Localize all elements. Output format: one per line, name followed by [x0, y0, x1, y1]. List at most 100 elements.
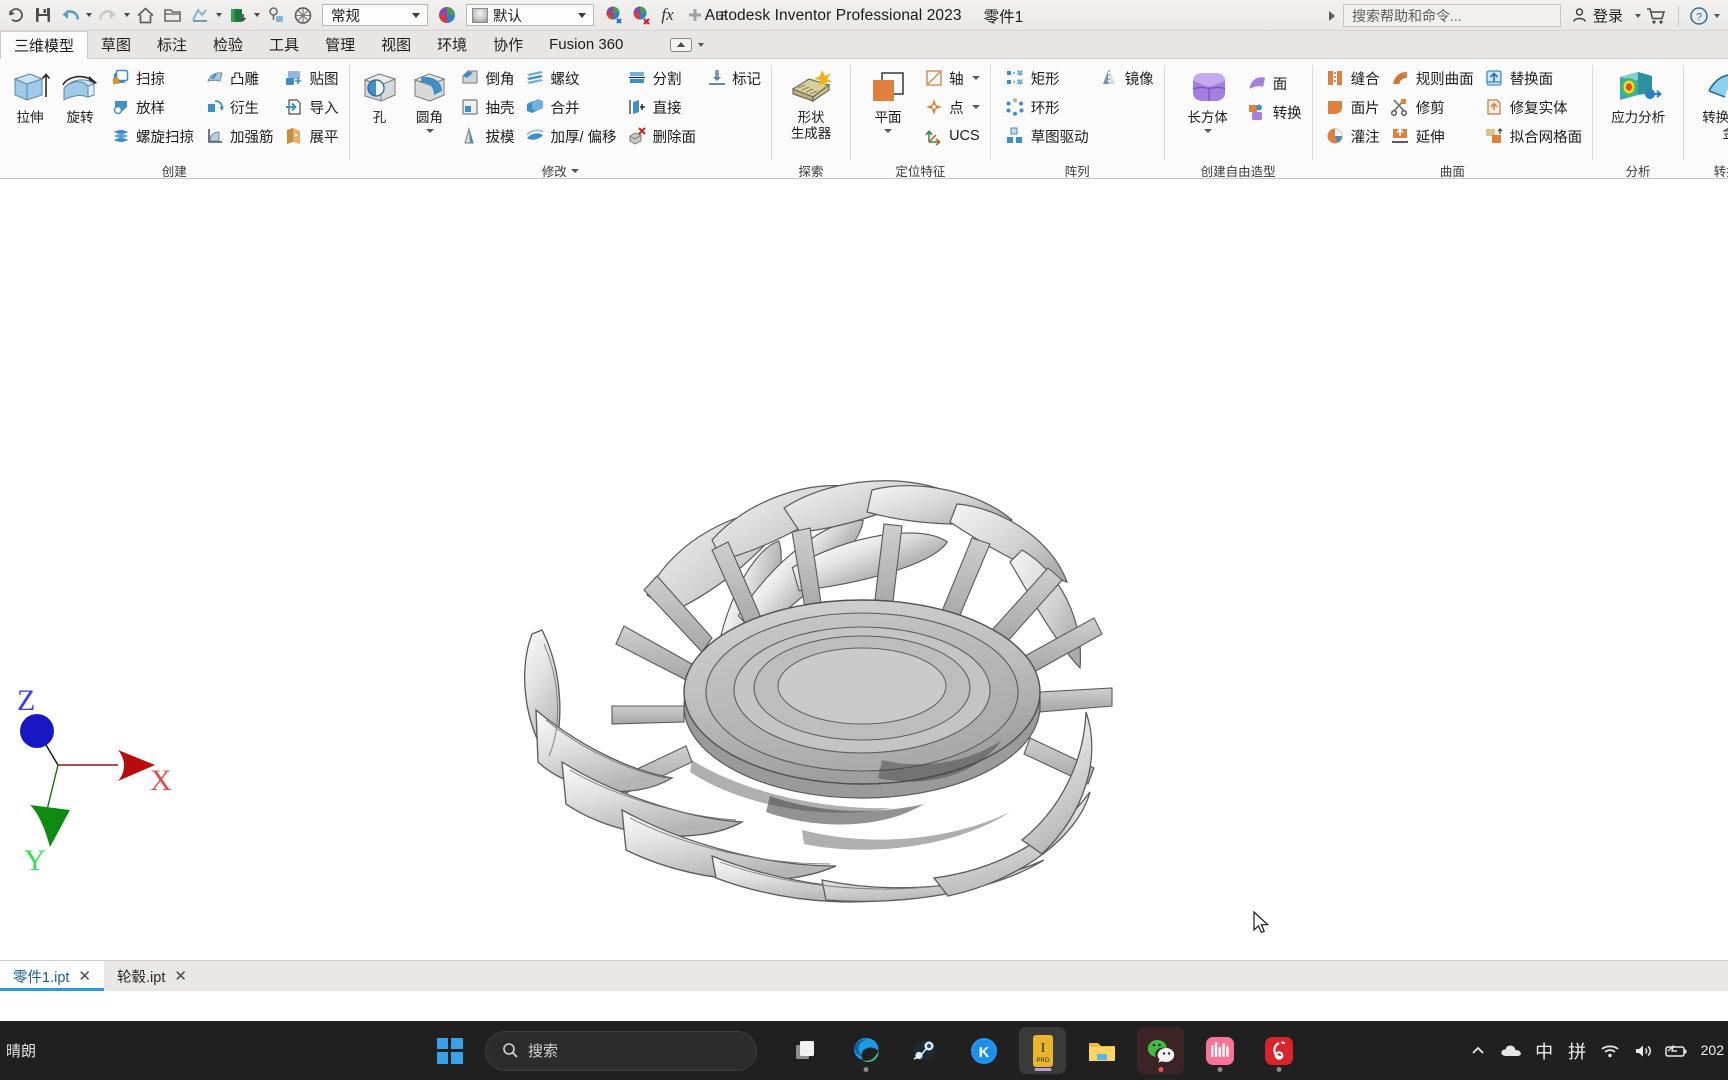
edge-icon[interactable] [842, 1027, 889, 1074]
shape-generator-button[interactable]: 形状 生成器 [782, 63, 840, 141]
appearance-add-icon[interactable] [600, 2, 627, 29]
inventor-icon[interactable]: I PRO [1019, 1027, 1066, 1074]
battery-icon[interactable] [1660, 1021, 1693, 1080]
panel-expand-icon[interactable] [570, 168, 579, 173]
wifi-icon[interactable] [1594, 1021, 1627, 1080]
start-button[interactable] [426, 1027, 473, 1074]
appearance-icon[interactable] [289, 2, 316, 29]
ruled-surface-button[interactable]: 规则曲面 [1386, 64, 1478, 92]
stitch-button[interactable]: 缝合 [1321, 64, 1384, 92]
help-dropdown-icon[interactable] [1714, 13, 1720, 18]
tab-tools[interactable]: 工具 [256, 31, 312, 58]
freeform-box-dropdown-icon[interactable] [1203, 128, 1212, 133]
cart-icon[interactable] [1641, 2, 1671, 29]
close-icon[interactable]: ✕ [174, 969, 187, 984]
tab-manage[interactable]: 管理 [312, 31, 368, 58]
redo-dropdown-icon[interactable] [121, 2, 132, 29]
point-dropdown-icon[interactable] [971, 105, 980, 109]
close-icon[interactable]: ✕ [78, 969, 91, 984]
add-icon[interactable] [681, 2, 708, 29]
help-icon[interactable]: ? [1686, 2, 1712, 29]
style-combo[interactable]: 常规 [322, 4, 428, 26]
freeform-convert-button[interactable]: 转换 [1243, 98, 1306, 126]
revolve-button[interactable]: 旋转 [56, 63, 104, 126]
show-hidden-icons-icon[interactable] [1462, 1021, 1495, 1080]
home-icon[interactable] [132, 2, 159, 29]
undo-dropdown-icon[interactable] [83, 2, 94, 29]
open-folder-icon[interactable] [159, 2, 186, 29]
emboss-button[interactable]: 凸雕 [200, 64, 278, 92]
axis-dropdown-icon[interactable] [971, 76, 980, 80]
unfold-button[interactable]: 展平 [280, 122, 343, 150]
clear-appearance-icon[interactable] [627, 2, 654, 29]
mark-button[interactable]: 标记 [702, 64, 765, 92]
update-dropdown-icon[interactable] [213, 2, 224, 29]
circular-pattern-button[interactable]: 环形 [1001, 93, 1093, 121]
tab-collaborate[interactable]: 协作 [480, 31, 536, 58]
tab-annotate[interactable]: 标注 [144, 31, 200, 58]
patch-button[interactable]: 面片 [1321, 93, 1384, 121]
shell-button[interactable]: 抽壳 [456, 93, 519, 121]
tab-fusion360[interactable]: Fusion 360 [536, 31, 636, 58]
draft-button[interactable]: 拔模 [456, 122, 519, 150]
ribbon-collapse-toggle[interactable] [662, 31, 712, 58]
clock[interactable]: 202 [1693, 1042, 1724, 1060]
freeform-face-button[interactable]: 面 [1243, 69, 1306, 97]
plane-button[interactable]: 平面 [859, 63, 917, 133]
onedrive-icon[interactable] [1495, 1021, 1528, 1080]
freeform-box-button[interactable]: 长方体 [1175, 63, 1241, 133]
plane-dropdown-icon[interactable] [884, 128, 893, 133]
extrude-button[interactable]: 拉伸 [6, 63, 54, 126]
save-icon[interactable] [29, 2, 56, 29]
refresh-icon[interactable] [2, 2, 29, 29]
undo-icon[interactable] [56, 2, 83, 29]
replace-face-button[interactable]: 替换面 [1480, 64, 1587, 92]
tab-3d-model[interactable]: 三维模型 [0, 31, 89, 59]
doc-tab-hub[interactable]: 轮毂.ipt ✕ [104, 961, 200, 991]
loft-button[interactable]: 放样 [106, 93, 198, 121]
hole-button[interactable]: 孔 [356, 63, 404, 126]
redo-icon[interactable] [94, 2, 121, 29]
ime-mode-icon[interactable]: 中 [1528, 1021, 1561, 1080]
mecanum-wheel-model[interactable] [0, 180, 1728, 960]
thread-button[interactable]: 螺纹 [521, 64, 621, 92]
update-icon[interactable] [186, 2, 213, 29]
ime-pinyin-icon[interactable]: 拼 [1561, 1021, 1594, 1080]
select-icon[interactable] [262, 2, 289, 29]
customize-qat-icon[interactable] [708, 2, 735, 29]
decal-button[interactable]: 贴图 [280, 64, 343, 92]
convert-sheetmetal-button[interactable]: 转换为钣金 [1696, 63, 1728, 141]
sculpt-button[interactable]: 灌注 [1321, 122, 1384, 150]
chamfer-button[interactable]: 倒角 [456, 64, 519, 92]
direct-button[interactable]: 直接 [623, 93, 701, 121]
material-dropdown-icon[interactable] [251, 2, 262, 29]
help-search-input[interactable]: 搜索帮助和命令... [1342, 4, 1561, 27]
forward-arrow-icon[interactable] [1321, 0, 1343, 31]
signin-button[interactable]: 登录 [1561, 5, 1633, 26]
stress-analysis-button[interactable]: 应力分析 [1605, 63, 1671, 126]
kugou-icon[interactable]: K [960, 1027, 1007, 1074]
coil-button[interactable]: 螺旋扫掠 [106, 122, 198, 150]
taskbar-search-input[interactable]: 搜索 [485, 1030, 757, 1071]
sketch-driven-button[interactable]: 草图驱动 [1001, 122, 1093, 150]
rib-button[interactable]: 加强筋 [200, 122, 278, 150]
split-button[interactable]: 分割 [623, 64, 701, 92]
doc-tab-part1[interactable]: 零件1.ipt ✕ [0, 961, 104, 991]
axis-button[interactable]: 轴 [919, 64, 984, 92]
repair-body-button[interactable]: 修复实体 [1480, 93, 1587, 121]
tab-view[interactable]: 视图 [368, 31, 424, 58]
ucs-button[interactable]: UCS [919, 122, 984, 150]
delete-face-button[interactable]: 删除面 [623, 122, 701, 150]
point-button[interactable]: 点 [919, 93, 984, 121]
netease-music-icon[interactable] [1255, 1027, 1302, 1074]
trim-button[interactable]: 修剪 [1386, 93, 1478, 121]
fx-parameters-icon[interactable]: fx [654, 2, 681, 29]
combine-button[interactable]: 合并 [521, 93, 621, 121]
fillet-dropdown-icon[interactable] [425, 128, 434, 133]
volume-icon[interactable] [1627, 1021, 1660, 1080]
material-box-icon[interactable] [224, 2, 251, 29]
tab-environments[interactable]: 环境 [424, 31, 480, 58]
steam-icon[interactable] [901, 1027, 948, 1074]
graphics-canvas[interactable]: Z X Y [0, 180, 1728, 960]
rect-pattern-button[interactable]: 矩形 [1001, 64, 1093, 92]
